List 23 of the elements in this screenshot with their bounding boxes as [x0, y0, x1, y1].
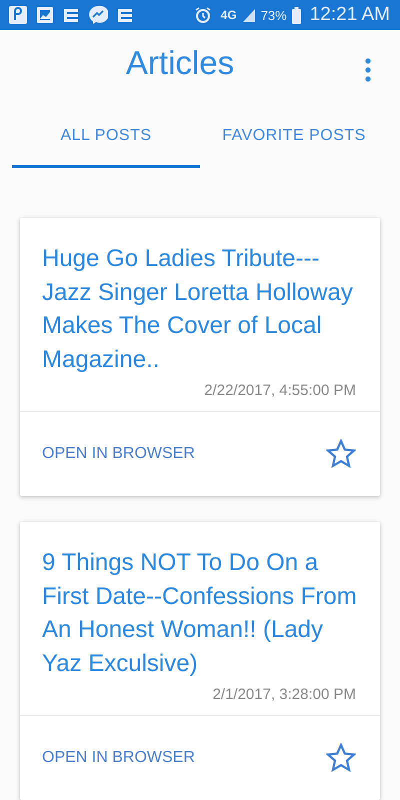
signal-icon — [242, 7, 256, 23]
clock: 12:21 AM — [310, 4, 390, 26]
article-title[interactable]: Huge Go Ladies Tribute---Jazz Singer Loretta Holloway Makes The Cover of Local Magazine.. — [42, 242, 358, 376]
article-date: 2/22/2017, 4:55:00 PM — [203, 382, 357, 399]
page-title: Articles — [126, 44, 234, 82]
favorite-star-icon[interactable] — [326, 439, 356, 469]
battery-icon — [292, 6, 301, 24]
app-notification-icon — [8, 5, 28, 25]
tab[interactable]: ALL POSTS — [12, 106, 200, 168]
open-in-browser-button[interactable]: OPEN IN BROWSER — [42, 749, 195, 767]
messenger-icon — [88, 5, 108, 25]
tab[interactable]: FAVORITE POSTS — [200, 106, 388, 168]
network-type: 4G — [220, 8, 237, 22]
article-date: 2/1/2017, 3:28:00 PM — [212, 686, 357, 703]
image-icon — [36, 6, 54, 24]
favorite-star-icon[interactable] — [326, 743, 356, 773]
alarm-icon — [194, 6, 212, 24]
battery-percent: 73% — [260, 8, 287, 22]
notification-icon — [62, 6, 80, 24]
open-in-browser-button[interactable]: OPEN IN BROWSER — [42, 445, 195, 463]
more-options-icon[interactable] — [364, 58, 372, 82]
article-title[interactable]: 9 Things NOT To Do On a First Date--Confessions From An Honest Woman!! (Lady Yaz Exculsive) — [42, 546, 358, 680]
notification-icon — [116, 6, 134, 24]
